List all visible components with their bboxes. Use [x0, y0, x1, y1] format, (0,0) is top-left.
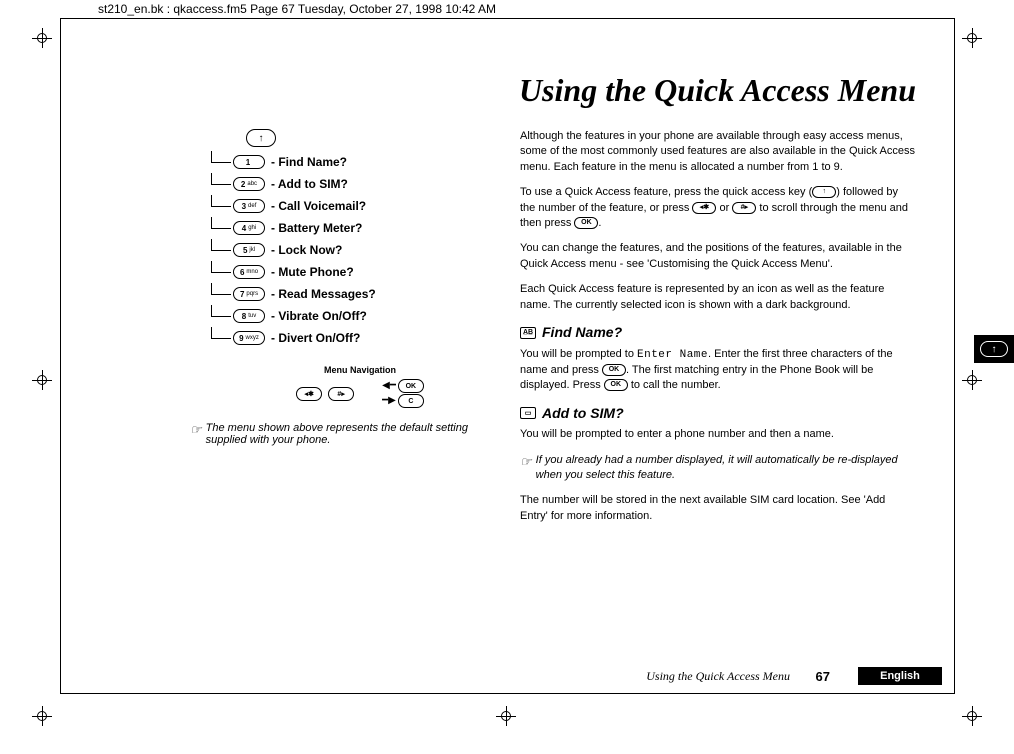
prompt-enter-name: Enter Name [637, 349, 708, 361]
sim-icon: ▭ [520, 407, 536, 419]
menu-item-label: - Battery Meter? [271, 221, 362, 235]
c-key-icon: C [398, 394, 424, 408]
star-key-icon: ◂✱ [692, 202, 716, 214]
hash-key-icon: #▸ [732, 202, 756, 214]
crop-mark [962, 370, 982, 390]
menu-navigation-diagram: Menu Navigation ◂✱ #▸ ◀━ OK ━▶ C [230, 365, 490, 408]
crop-mark [32, 370, 52, 390]
menu-item-label: - Find Name? [271, 155, 347, 169]
menu-item-label: - Read Messages? [271, 287, 376, 301]
section-find-name: A̲B̲ Find Name? [520, 323, 916, 343]
section-add-to-sim: ▭ Add to SIM? [520, 404, 916, 424]
sec2-p1: You will be prompted to enter a phone nu… [520, 427, 916, 442]
sec2-p2: The number will be stored in the next av… [520, 493, 916, 524]
left-footnote: ☞ The menu shown above represents the de… [190, 422, 490, 446]
ok-key-icon: OK [602, 364, 626, 376]
hash-key-icon: #▸ [328, 387, 354, 401]
up-key-icon: ↑ [980, 341, 1008, 357]
menu-item-label: - Vibrate On/Off? [271, 309, 367, 323]
crop-mark [496, 706, 516, 726]
right-column: Although the features in your phone are … [520, 129, 916, 534]
menu-item-label: - Lock Now? [271, 243, 342, 257]
section-title: Add to SIM? [542, 404, 624, 424]
menu-diagram: ↑ 1- Find Name? 2abc- Add to SIM? 3def- … [210, 129, 490, 345]
hand-point-icon: ☞ [190, 422, 202, 438]
footer: Using the Quick Access Menu 67 English [0, 666, 1014, 686]
crop-mark [962, 28, 982, 48]
ok-key-icon: OK [604, 379, 628, 391]
menu-item-label: - Mute Phone? [271, 265, 354, 279]
menu-nav-title: Menu Navigation [230, 365, 490, 375]
thumb-tab: ↑ [974, 335, 1014, 363]
ok-key-icon: OK [574, 217, 598, 229]
menu-item-label: - Add to SIM? [271, 177, 348, 191]
rule [954, 18, 955, 694]
quick-access-key-icon: ↑ [246, 129, 276, 147]
page-title: Using the Quick Access Menu [190, 72, 916, 109]
up-key-icon: ↑ [812, 186, 836, 198]
left-column: ↑ 1- Find Name? 2abc- Add to SIM? 3def- … [190, 129, 490, 534]
sec2-note: ☞ If you already had a number displayed,… [520, 453, 916, 484]
crop-mark [32, 28, 52, 48]
header-doc-info: st210_en.bk : qkaccess.fm5 Page 67 Tuesd… [98, 2, 496, 16]
page-number: 67 [816, 669, 830, 684]
body-p1: Although the features in your phone are … [520, 129, 916, 175]
rule [60, 18, 61, 694]
language-tab: English [858, 667, 942, 685]
body-p2: To use a Quick Access feature, press the… [520, 185, 916, 231]
crop-mark [962, 706, 982, 726]
hand-point-icon: ☞ [520, 453, 532, 484]
crop-mark [32, 706, 52, 726]
menu-item-label: - Call Voicemail? [271, 199, 366, 213]
running-head: Using the Quick Access Menu [646, 669, 790, 684]
body-p4: Each Quick Access feature is represented… [520, 282, 916, 313]
footnote-text: The menu shown above represents the defa… [206, 422, 490, 446]
note-text: If you already had a number displayed, i… [536, 453, 916, 484]
body-p3: You can change the features, and the pos… [520, 241, 916, 272]
menu-item-label: - Divert On/Off? [271, 331, 360, 345]
ok-key-icon: OK [398, 379, 424, 393]
book-icon: A̲B̲ [520, 327, 536, 339]
sec1-body: You will be prompted to Enter Name. Ente… [520, 347, 916, 394]
section-title: Find Name? [542, 323, 622, 343]
star-key-icon: ◂✱ [296, 387, 322, 401]
